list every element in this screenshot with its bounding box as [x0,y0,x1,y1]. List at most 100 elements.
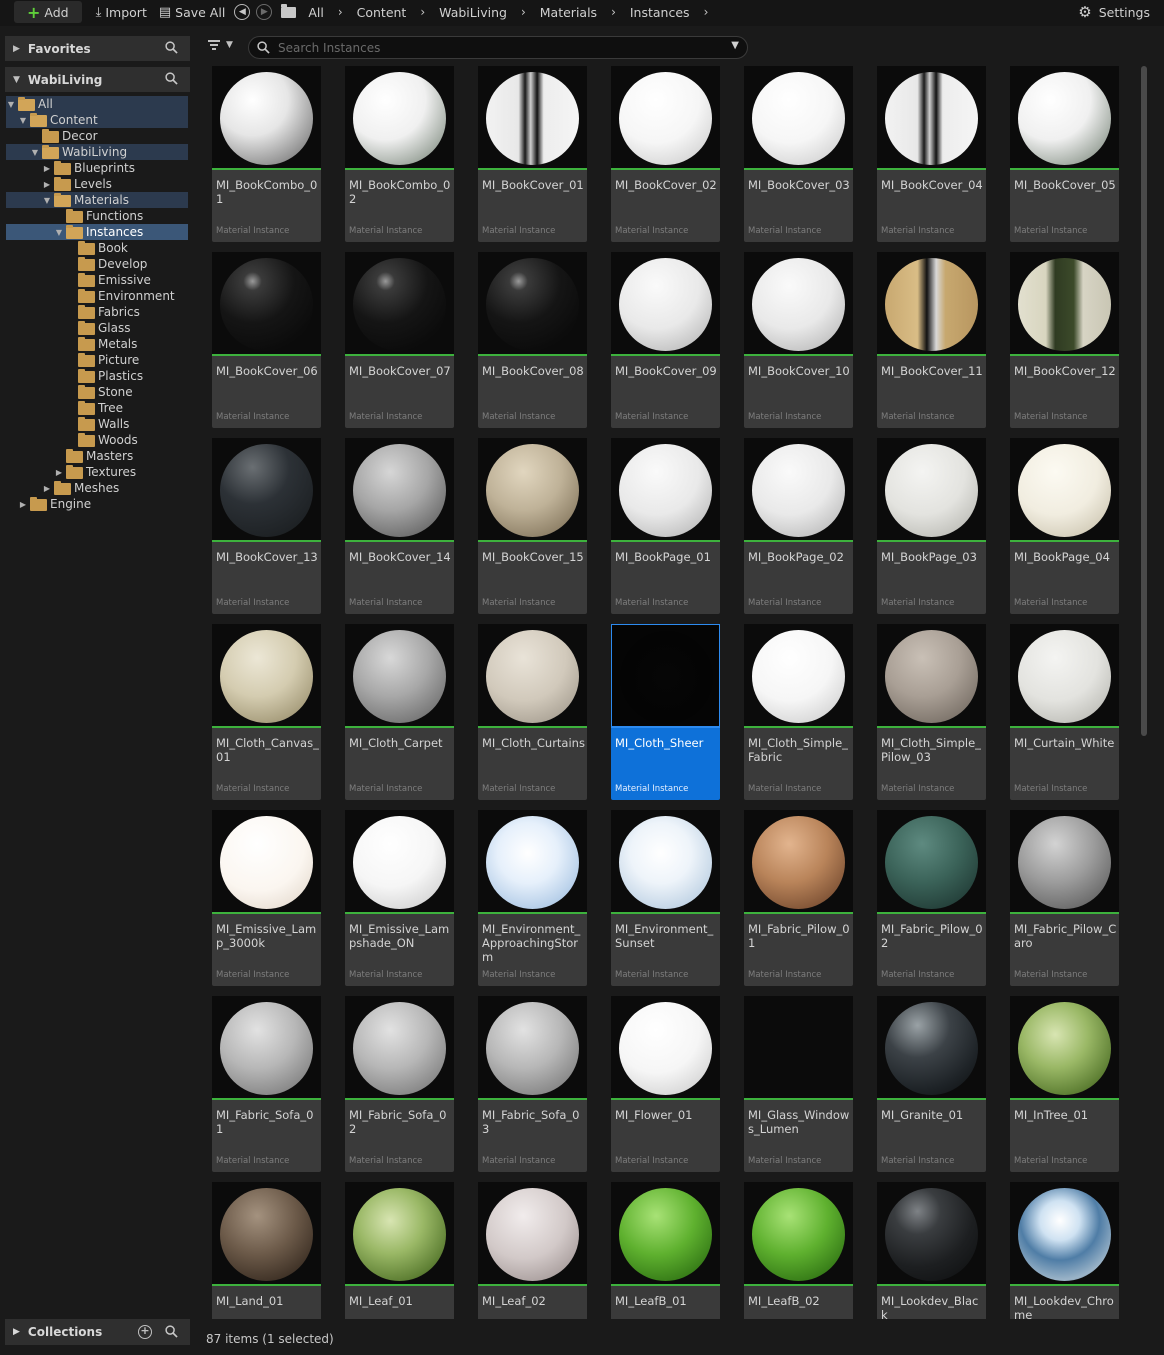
tree-item-functions[interactable]: Functions [6,208,188,224]
collections-header[interactable]: ▶ Collections + [5,1319,190,1345]
asset-tile[interactable]: MI_BookCover_04 Material Instance [877,66,986,242]
asset-tile[interactable]: MI_Glass_Windows_Lumen Material Instance [744,996,853,1172]
tree-item-glass[interactable]: Glass [6,320,188,336]
tree-item-levels[interactable]: ▶ Levels [6,176,188,192]
tree-item-metals[interactable]: Metals [6,336,188,352]
asset-tile[interactable]: MI_Leaf_01Material Instance [345,1182,454,1319]
collapsed-arrow-icon[interactable]: ▶ [42,164,52,173]
asset-tile[interactable]: MI_Cloth_Curtains Material Instance [478,624,587,800]
vertical-scrollbar[interactable] [1140,66,1148,1319]
asset-tile[interactable]: MI_BookPage_03 Material Instance [877,438,986,614]
asset-tile[interactable]: MI_Fabric_Sofa_03 Material Instance [478,996,587,1172]
breadcrumb-separator-icon[interactable]: › [513,5,534,19]
scrollbar-thumb[interactable] [1141,66,1147,736]
asset-tile[interactable]: MI_Fabric_Pilow_01 Material Instance [744,810,853,986]
tree-item-instances[interactable]: ▼ Instances [6,224,188,240]
collapsed-arrow-icon[interactable]: ▶ [42,180,52,189]
tree-item-tree[interactable]: Tree [6,400,188,416]
tree-item-engine[interactable]: ▶ Engine [6,496,188,512]
asset-tile[interactable]: MI_Environment_ApproachingStorm Material … [478,810,587,986]
asset-tile[interactable]: MI_BookPage_01 Material Instance [611,438,720,614]
tree-item-picture[interactable]: Picture [6,352,188,368]
import-button[interactable]: ⤓ Import [90,1,153,23]
filter-button[interactable]: ▼ [208,40,233,50]
expanded-arrow-icon[interactable]: ▼ [18,116,28,125]
settings-button[interactable]: ⚙ Settings [1078,0,1150,24]
tree-item-develop[interactable]: Develop [6,256,188,272]
tree-item-content[interactable]: ▼ Content [6,112,188,128]
asset-tile[interactable]: MI_BookCover_12 Material Instance [1010,252,1119,428]
favorites-header[interactable]: ▶ Favorites [5,36,190,61]
tree-item-emissive[interactable]: Emissive [6,272,188,288]
asset-tile[interactable]: MI_LeafB_01Material Instance [611,1182,720,1319]
asset-tile[interactable]: MI_BookPage_04 Material Instance [1010,438,1119,614]
tree-item-woods[interactable]: Woods [6,432,188,448]
forward-arrow-icon[interactable]: ▶ [256,4,273,20]
asset-tile[interactable]: MI_BookCombo_01 Material Instance [212,66,321,242]
tree-item-fabrics[interactable]: Fabrics [6,304,188,320]
asset-tile[interactable]: MI_Fabric_Sofa_01 Material Instance [212,996,321,1172]
asset-tile[interactable]: MI_BookCover_13 Material Instance [212,438,321,614]
tree-item-blueprints[interactable]: ▶ Blueprints [6,160,188,176]
asset-tile[interactable]: MI_Flower_01 Material Instance [611,996,720,1172]
asset-tile[interactable]: MI_BookCover_08 Material Instance [478,252,587,428]
asset-tile[interactable]: MI_Cloth_Simple_Fabric Material Instance [744,624,853,800]
asset-tile[interactable]: MI_Granite_01 Material Instance [877,996,986,1172]
asset-tile[interactable]: MI_BookCover_07 Material Instance [345,252,454,428]
search-icon[interactable] [165,41,178,54]
breadcrumb-item[interactable]: All [302,5,330,20]
asset-tile[interactable]: MI_BookCombo_02 Material Instance [345,66,454,242]
search-input[interactable] [278,40,718,55]
asset-tile[interactable]: MI_Fabric_Pilow_Caro Material Instance [1010,810,1119,986]
asset-tile[interactable]: MI_BookCover_14 Material Instance [345,438,454,614]
breadcrumb-separator-icon[interactable]: › [412,5,433,19]
asset-tile[interactable]: MI_Fabric_Pilow_02 Material Instance [877,810,986,986]
breadcrumb-separator-icon[interactable]: › [696,5,717,19]
tree-item-materials[interactable]: ▼ Materials [6,192,188,208]
tree-item-plastics[interactable]: Plastics [6,368,188,384]
asset-tile[interactable]: MI_BookCover_03 Material Instance [744,66,853,242]
asset-tile[interactable]: MI_Cloth_Carpet Material Instance [345,624,454,800]
asset-tile[interactable]: MI_Cloth_Canvas_01 Material Instance [212,624,321,800]
back-arrow-icon[interactable]: ◀ [234,4,251,20]
asset-tile[interactable]: MI_Emissive_Lampshade_ON Material Instanc… [345,810,454,986]
tree-item-book[interactable]: Book [6,240,188,256]
breadcrumb-item[interactable]: Content [351,5,413,20]
expanded-arrow-icon[interactable]: ▼ [6,100,16,109]
asset-tile[interactable]: MI_Lookdev_ChromeMaterial Instance [1010,1182,1119,1319]
asset-tile[interactable]: MI_Cloth_Simple_Pilow_03 Material Instanc… [877,624,986,800]
collapsed-arrow-icon[interactable]: ▶ [42,484,52,493]
asset-tile[interactable]: MI_Cloth_Sheer Material Instance [611,624,720,800]
add-button[interactable]: + Add [14,1,82,23]
add-collection-icon[interactable]: + [138,1325,152,1339]
asset-tile[interactable]: MI_BookCover_02 Material Instance [611,66,720,242]
asset-tile[interactable]: MI_BookCover_10 Material Instance [744,252,853,428]
project-header[interactable]: ▼ WabiLiving [5,67,190,92]
search-box[interactable]: ▼ [248,36,748,59]
asset-tile[interactable]: MI_BookPage_02 Material Instance [744,438,853,614]
search-icon[interactable] [165,1325,178,1338]
tree-item-environment[interactable]: Environment [6,288,188,304]
asset-tile[interactable]: MI_Leaf_02Material Instance [478,1182,587,1319]
tree-item-all[interactable]: ▼ All [6,96,188,112]
asset-tile[interactable]: MI_BookCover_09 Material Instance [611,252,720,428]
tree-item-wabiliving[interactable]: ▼ WabiLiving [6,144,188,160]
asset-tile[interactable]: MI_BookCover_06 Material Instance [212,252,321,428]
save-all-button[interactable]: ▤ Save All [153,1,231,23]
asset-tile[interactable]: MI_Curtain_White Material Instance [1010,624,1119,800]
expanded-arrow-icon[interactable]: ▼ [42,196,52,205]
asset-tile[interactable]: MI_BookCover_15 Material Instance [478,438,587,614]
breadcrumb-item[interactable]: Materials [534,5,603,20]
chevron-down-icon[interactable]: ▼ [731,40,739,51]
tree-item-masters[interactable]: Masters [6,448,188,464]
search-icon[interactable] [165,72,178,85]
collapsed-arrow-icon[interactable]: ▶ [18,500,28,509]
breadcrumb-separator-icon[interactable]: › [330,5,351,19]
tree-item-textures[interactable]: ▶ Textures [6,464,188,480]
breadcrumb-separator-icon[interactable]: › [603,5,624,19]
asset-tile[interactable]: MI_BookCover_05 Material Instance [1010,66,1119,242]
asset-tile[interactable]: MI_Environment_Sunset Material Instance [611,810,720,986]
asset-tile[interactable]: MI_InTree_01 Material Instance [1010,996,1119,1172]
asset-tile[interactable]: MI_Lookdev_BlackMaterial Instance [877,1182,986,1319]
asset-tile[interactable]: MI_Land_01Material Instance [212,1182,321,1319]
